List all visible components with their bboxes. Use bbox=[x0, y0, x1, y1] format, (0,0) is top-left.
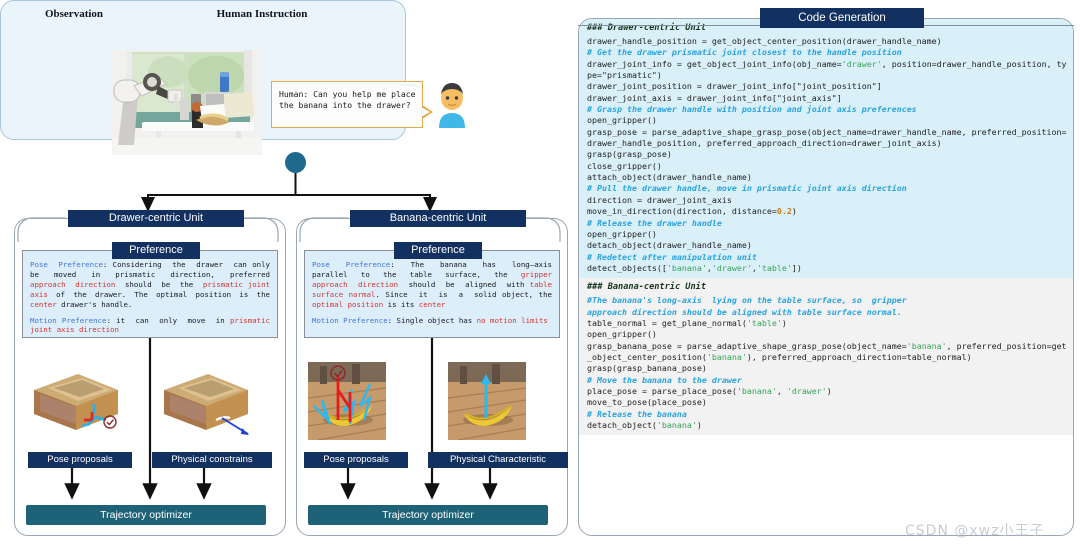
bubble-tail-inner-icon bbox=[421, 106, 430, 117]
banana-preference-label: Preference bbox=[394, 242, 482, 259]
bubble-text: Human: Can you help me place the banana … bbox=[279, 89, 416, 110]
drawer-physical-constraint-image bbox=[156, 362, 252, 440]
drawer-pose-proposal-image bbox=[26, 362, 122, 440]
banana-physical-characteristic-caption: Physical Characteristic bbox=[428, 452, 568, 468]
banana-motion-preference: Motion Preference: Single object has no … bbox=[312, 315, 548, 325]
banana-pose-preference: Pose Preference: The banana has long–axi… bbox=[312, 260, 552, 309]
code-gen-rule-left bbox=[578, 25, 760, 27]
human-instruction-heading: Human Instruction bbox=[216, 8, 308, 20]
drawer-preference-label: Preference bbox=[112, 242, 200, 259]
drawer-pose-proposals-caption: Pose proposals bbox=[28, 452, 132, 468]
code-section-drawer: ### Drawer-centric Unit drawer_handle_po… bbox=[579, 19, 1073, 279]
code-generation-panel: ### Drawer-centric Unit drawer_handle_po… bbox=[578, 18, 1074, 536]
drawer-motion-preference: Motion Preference: it can only move in p… bbox=[30, 315, 270, 335]
code-section-banana-body[interactable]: #The banana's long-axis lying on the tab… bbox=[587, 295, 1067, 431]
banana-physical-characteristic-image bbox=[448, 362, 526, 440]
code-section-drawer-body[interactable]: drawer_handle_position = get_object_cent… bbox=[587, 36, 1067, 274]
robot-scene-illustration bbox=[112, 50, 262, 155]
human-instruction-bubble: Human: Can you help me place the banana … bbox=[271, 81, 423, 128]
watermark: CSDN @xwz小王子 bbox=[905, 523, 1045, 539]
code-gen-rule-right bbox=[908, 25, 1074, 27]
banana-preference-text: Pose Preference: The banana has long–axi… bbox=[304, 250, 560, 338]
code-generation-title: Code Generation bbox=[760, 8, 924, 28]
drawer-pose-preference: Pose Preference: Considering the drawer … bbox=[30, 260, 271, 309]
banana-trajectory-optimizer: Trajectory optimizer bbox=[308, 505, 548, 525]
observation-heading: Observation bbox=[44, 8, 104, 20]
observation-image bbox=[112, 50, 262, 155]
banana-pose-proposals-caption: Pose proposals bbox=[304, 452, 408, 468]
banana-pose-proposal-image bbox=[308, 362, 386, 440]
banana-centric-unit-title: Banana-centric Unit bbox=[350, 210, 526, 227]
flow-hub-node bbox=[285, 152, 306, 173]
code-section-banana-heading: ### Banana-centric Unit bbox=[587, 282, 706, 293]
drawer-preference-text: Pose Preference: Considering the drawer … bbox=[22, 250, 278, 338]
code-section-banana: ### Banana-centric Unit #The banana's lo… bbox=[579, 278, 1073, 436]
drawer-physical-constrains-caption: Physical constrains bbox=[152, 452, 272, 468]
avatar bbox=[435, 80, 469, 128]
drawer-centric-unit-title: Drawer-centric Unit bbox=[68, 210, 244, 227]
drawer-trajectory-optimizer: Trajectory optimizer bbox=[26, 505, 266, 525]
